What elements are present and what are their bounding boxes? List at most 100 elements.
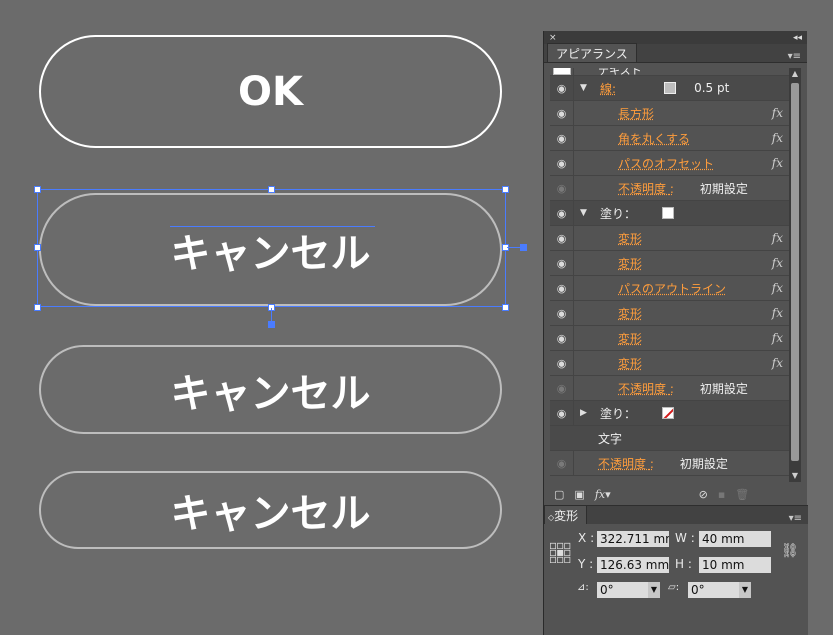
appearance-scrollbar[interactable]: ▲ ▼ bbox=[789, 68, 801, 482]
eye-icon[interactable]: ◉ bbox=[550, 201, 574, 225]
panel-menu-icon[interactable]: ▾≡ bbox=[788, 51, 807, 62]
reference-point-icon[interactable]: ▫▫▫ ▫▪▫ ▫▫▫ bbox=[549, 539, 571, 565]
list-item-effect[interactable]: ◉ 変形 fx bbox=[550, 251, 789, 276]
eye-icon[interactable]: ◉ bbox=[550, 276, 574, 300]
w-field[interactable]: 40 mm bbox=[699, 531, 771, 547]
effect-link[interactable]: パスのアウトライン bbox=[618, 280, 726, 297]
list-item-effect[interactable]: ◉ パスのアウトライン fx bbox=[550, 276, 789, 301]
x-field[interactable]: 322.711 mm bbox=[597, 531, 669, 547]
anchor-point-bottom[interactable] bbox=[268, 321, 275, 328]
eye-icon[interactable]: ◉ bbox=[550, 126, 574, 150]
shear-select[interactable]: 0° ▼ bbox=[688, 582, 751, 598]
tab-appearance[interactable]: アピアランス bbox=[547, 43, 637, 62]
resize-handle-bottom-right[interactable] bbox=[502, 304, 509, 311]
list-item-fill-2[interactable]: ◉ ▶ 塗り： bbox=[550, 401, 789, 426]
close-icon[interactable]: × bbox=[549, 33, 557, 43]
fx-icon[interactable]: fx bbox=[772, 256, 783, 270]
rotate-select[interactable]: 0° ▼ bbox=[597, 582, 660, 598]
list-item-effect[interactable]: ◉ パスのオフセット fx bbox=[550, 151, 789, 176]
tab-transform[interactable]: ◇変形 bbox=[544, 505, 588, 524]
eye-icon[interactable]: ◉ bbox=[550, 76, 574, 100]
eye-icon[interactable]: ◉ bbox=[550, 351, 574, 375]
ok-button-shape[interactable]: OK bbox=[39, 35, 502, 148]
add-effect-icon[interactable]: fx▾ bbox=[595, 488, 611, 501]
eye-icon[interactable]: ◉ bbox=[550, 251, 574, 275]
opacity-link[interactable]: 不透明度 : bbox=[618, 180, 674, 197]
effect-link[interactable]: 長方形 bbox=[618, 105, 654, 122]
list-item-effect[interactable]: ◉ 長方形 fx bbox=[550, 101, 789, 126]
add-new-fill-icon[interactable]: ▣ bbox=[574, 488, 584, 501]
disclosure-triangle-icon[interactable]: ▼ bbox=[580, 83, 592, 93]
scroll-thumb[interactable] bbox=[791, 83, 799, 461]
disclosure-triangle-icon[interactable]: ▼ bbox=[580, 208, 592, 218]
fx-icon[interactable]: fx bbox=[772, 156, 783, 170]
cancel-label-3: キャンセル bbox=[170, 491, 371, 537]
anchor-point-right[interactable] bbox=[520, 244, 527, 251]
transform-menu-icon[interactable]: ▾≡ bbox=[789, 513, 808, 524]
opacity-link[interactable]: 不透明度 : bbox=[598, 455, 654, 472]
eye-icon[interactable]: ◉ bbox=[550, 176, 574, 200]
eye-icon[interactable]: ◉ bbox=[550, 301, 574, 325]
fx-icon[interactable]: fx bbox=[772, 281, 783, 295]
cancel-button-shape-2[interactable]: キャンセル bbox=[39, 345, 502, 434]
duplicate-item-icon[interactable]: ▪ bbox=[718, 488, 725, 501]
delete-item-icon[interactable]: 🗑 bbox=[735, 488, 749, 501]
list-item-fill[interactable]: ◉ ▼ 塗り： bbox=[550, 201, 789, 226]
resize-handle-top-left[interactable] bbox=[34, 186, 41, 193]
eye-icon[interactable]: ◉ bbox=[550, 326, 574, 350]
scroll-down-icon[interactable]: ▼ bbox=[789, 470, 801, 482]
stroke-weight[interactable]: 0.5 pt bbox=[694, 81, 729, 95]
fill-swatch[interactable] bbox=[662, 207, 675, 219]
cancel-button-shape-3[interactable]: キャンセル bbox=[39, 471, 502, 549]
clear-appearance-icon[interactable]: ⊘ bbox=[699, 488, 708, 501]
constrain-proportions-icon[interactable]: ⛓ bbox=[781, 543, 799, 559]
eye-icon[interactable]: ◉ bbox=[550, 151, 574, 175]
eye-icon[interactable]: ◉ bbox=[550, 101, 574, 125]
effect-link[interactable]: 角を丸くする bbox=[618, 130, 690, 147]
resize-handle-bottom-left[interactable] bbox=[34, 304, 41, 311]
list-item-effect[interactable]: ◉ 角を丸くする fx bbox=[550, 126, 789, 151]
effect-link[interactable]: 変形 bbox=[618, 330, 642, 347]
stroke-swatch[interactable] bbox=[664, 82, 677, 94]
list-item-effect[interactable]: ◉ 変形 fx bbox=[550, 226, 789, 251]
effect-link[interactable]: 変形 bbox=[618, 355, 642, 372]
resize-handle-top[interactable] bbox=[268, 186, 275, 193]
list-item-effect[interactable]: ◉ 変形 fx bbox=[550, 326, 789, 351]
y-field[interactable]: 126.63 mm bbox=[597, 557, 669, 573]
collapse-icon[interactable]: ◂◂ bbox=[793, 33, 802, 43]
transform-panel: ▫▫▫▫▪▫▫▫▫ X : 322.711 mm W : 40 mm Y : 1… bbox=[544, 524, 808, 635]
list-item-stroke[interactable]: ◉ ▼ 線: 0.5 pt bbox=[550, 76, 789, 101]
fx-icon[interactable]: fx bbox=[772, 231, 783, 245]
resize-handle-left[interactable] bbox=[34, 244, 41, 251]
fx-icon[interactable]: fx bbox=[772, 356, 783, 370]
effect-link[interactable]: 変形 bbox=[618, 305, 642, 322]
list-item-effect[interactable]: ◉ 変形 fx bbox=[550, 351, 789, 376]
list-item-opacity-object[interactable]: ◉ 不透明度 : 初期設定 bbox=[550, 451, 789, 476]
eye-icon[interactable]: ◉ bbox=[550, 401, 574, 425]
eye-icon[interactable]: ◉ bbox=[550, 376, 574, 400]
list-item-effect[interactable]: ◉ 変形 fx bbox=[550, 301, 789, 326]
effect-link[interactable]: 変形 bbox=[618, 230, 642, 247]
eye-icon[interactable]: ◉ bbox=[550, 226, 574, 250]
effect-link[interactable]: パスのオフセット bbox=[618, 155, 714, 172]
h-field[interactable]: 10 mm bbox=[699, 557, 771, 573]
effect-link[interactable]: 変形 bbox=[618, 255, 642, 272]
list-item-characters[interactable]: 文字 bbox=[550, 426, 789, 451]
fx-icon[interactable]: fx bbox=[772, 331, 783, 345]
list-item-opacity[interactable]: ◉ 不透明度 : 初期設定 bbox=[550, 376, 789, 401]
fx-icon[interactable]: fx bbox=[772, 106, 783, 120]
shear-icon: ▱: bbox=[668, 582, 680, 593]
scroll-up-icon[interactable]: ▲ bbox=[789, 68, 801, 80]
fx-icon[interactable]: fx bbox=[772, 306, 783, 320]
stroke-link[interactable]: 線: bbox=[600, 80, 616, 97]
cancel-button-shape-selected[interactable]: キャンセル bbox=[39, 193, 502, 306]
resize-handle-top-right[interactable] bbox=[502, 186, 509, 193]
disclosure-triangle-icon[interactable]: ▶ bbox=[580, 408, 592, 418]
fx-icon[interactable]: fx bbox=[772, 131, 783, 145]
list-item-text[interactable]: テキスト bbox=[550, 68, 789, 77]
add-new-stroke-icon[interactable]: ▢ bbox=[554, 488, 564, 501]
no-fill-swatch[interactable] bbox=[662, 407, 675, 419]
list-item-opacity[interactable]: ◉ 不透明度 : 初期設定 bbox=[550, 176, 789, 201]
opacity-link[interactable]: 不透明度 : bbox=[618, 380, 674, 397]
eye-icon[interactable]: ◉ bbox=[550, 451, 574, 475]
